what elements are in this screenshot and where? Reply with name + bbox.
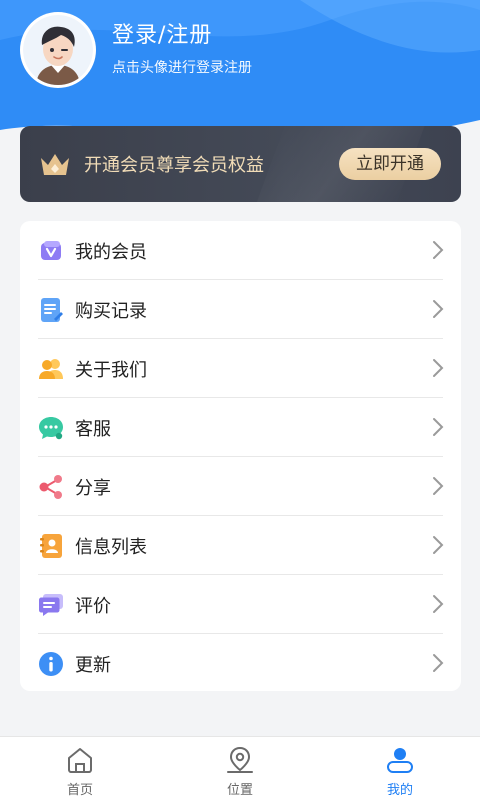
chevron-right-icon bbox=[433, 241, 444, 259]
vip-banner[interactable]: 开通会员尊享会员权益 立即开通 bbox=[20, 126, 461, 202]
tab-home[interactable]: 首页 bbox=[0, 737, 160, 800]
bottom-tab-bar: 首页 位置 我的 bbox=[0, 736, 480, 800]
login-subtitle: 点击头像进行登录注册 bbox=[112, 60, 252, 76]
tab-label: 位置 bbox=[226, 783, 253, 798]
menu-item-review[interactable]: 评价 bbox=[20, 575, 461, 634]
chevron-right-icon bbox=[433, 300, 444, 318]
menu-label: 我的会员 bbox=[75, 241, 147, 263]
login-title[interactable]: 登录/注册 bbox=[112, 21, 252, 51]
menu-label: 更新 bbox=[75, 654, 111, 676]
contacts-icon bbox=[38, 533, 64, 559]
menu-item-about-us[interactable]: 关于我们 bbox=[20, 339, 461, 398]
menu-label: 信息列表 bbox=[75, 536, 147, 558]
share-icon bbox=[38, 474, 64, 500]
menu-label: 分享 bbox=[75, 477, 111, 499]
tab-location[interactable]: 位置 bbox=[160, 737, 320, 800]
tab-label: 我的 bbox=[386, 783, 413, 798]
users-icon bbox=[38, 356, 64, 382]
menu-item-info-list[interactable]: 信息列表 bbox=[20, 516, 461, 575]
location-icon bbox=[227, 746, 253, 773]
menu-item-purchase-history[interactable]: 购买记录 bbox=[20, 280, 461, 339]
activate-vip-button[interactable]: 立即开通 bbox=[339, 148, 441, 180]
tab-mine[interactable]: 我的 bbox=[320, 737, 480, 800]
avatar[interactable] bbox=[20, 12, 96, 88]
chat-icon bbox=[38, 415, 64, 441]
menu-label: 购买记录 bbox=[75, 300, 147, 322]
menu-label: 客服 bbox=[75, 418, 111, 440]
menu-item-customer-service[interactable]: 客服 bbox=[20, 398, 461, 457]
chevron-right-icon bbox=[433, 359, 444, 377]
comment-icon bbox=[38, 592, 64, 618]
menu-item-my-membership[interactable]: 我的会员 bbox=[20, 221, 461, 280]
chevron-right-icon bbox=[433, 418, 444, 436]
chevron-right-icon bbox=[433, 536, 444, 554]
menu-item-share[interactable]: 分享 bbox=[20, 457, 461, 516]
home-icon bbox=[68, 748, 92, 773]
profile-icon bbox=[387, 748, 413, 773]
menu-item-update[interactable]: 更新 bbox=[20, 634, 461, 691]
avatar-illustration bbox=[23, 15, 93, 85]
chevron-right-icon bbox=[433, 477, 444, 495]
menu-card: 我的会员 购买记录 关于我们 客服 分享 信息列表 评价 更新 bbox=[20, 221, 461, 691]
profile-text[interactable]: 登录/注册 点击头像进行登录注册 bbox=[112, 21, 252, 79]
info-icon bbox=[38, 651, 64, 677]
chevron-right-icon bbox=[433, 595, 444, 613]
menu-label: 评价 bbox=[75, 595, 111, 617]
menu-label: 关于我们 bbox=[75, 359, 147, 381]
profile-section[interactable]: 登录/注册 点击头像进行登录注册 bbox=[20, 12, 252, 88]
vip-text: 开通会员尊享会员权益 bbox=[84, 155, 264, 176]
crown-icon bbox=[41, 154, 69, 175]
chevron-right-icon bbox=[433, 654, 444, 672]
vip-icon bbox=[38, 238, 64, 264]
tab-label: 首页 bbox=[66, 783, 93, 798]
document-icon bbox=[38, 297, 64, 323]
